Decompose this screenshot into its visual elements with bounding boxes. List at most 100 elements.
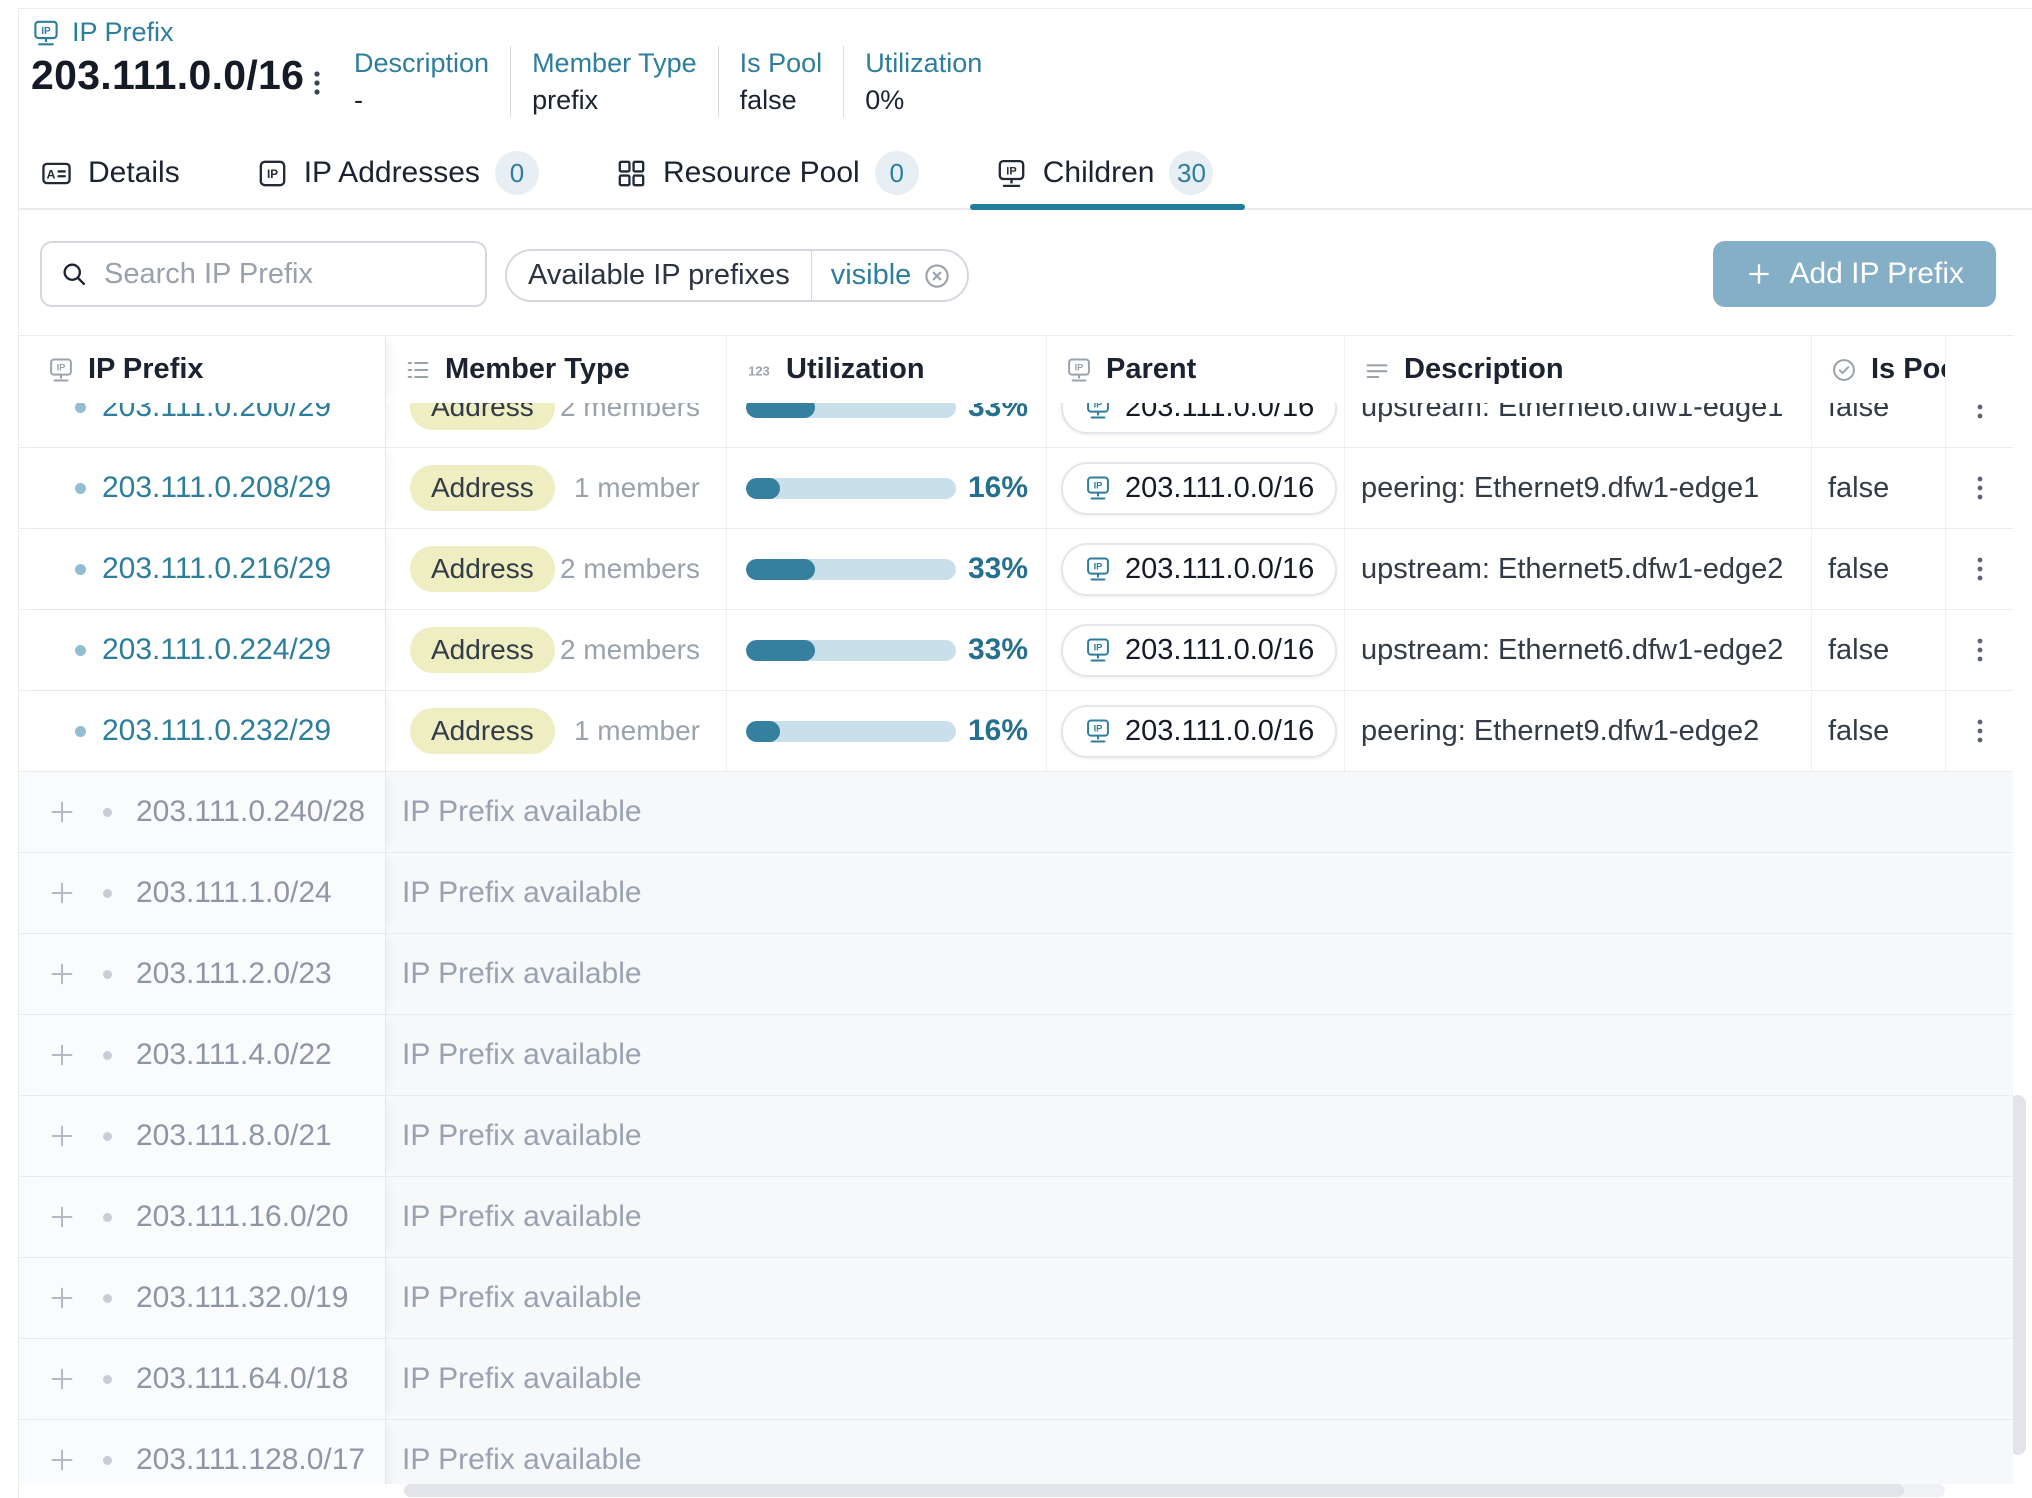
prefix-link[interactable]: 203.111.0.232/29: [102, 714, 331, 748]
prefix-dot: [103, 970, 112, 979]
ip-prefix-icon: [31, 18, 61, 48]
actions-cell: [1946, 610, 2013, 690]
number-123-icon: 123: [745, 356, 773, 384]
utilization-cell: 33%: [727, 529, 1047, 609]
actions-cell: [1946, 448, 2013, 528]
kebab-icon: [1967, 555, 1993, 583]
is-pool-value: false: [1828, 472, 1889, 505]
utilization-fill: [746, 478, 780, 499]
parent-link[interactable]: 203.111.0.0/16: [1061, 462, 1337, 515]
available-status-text: IP Prefix available: [402, 1443, 642, 1477]
prefix-cell: 203.111.0.216/29: [19, 529, 386, 609]
available-prefix-label: 203.111.4.0/22: [136, 1038, 332, 1072]
member-count: 1 member: [574, 715, 700, 747]
page-title: 203.111.0.0/16: [31, 52, 304, 99]
column-header-parent: Parent: [1047, 336, 1345, 403]
parent-cell: 203.111.0.0/16: [1047, 448, 1345, 528]
svg-text:123: 123: [748, 363, 769, 378]
table-header: IP Prefix Member Type 123 Utilization Pa…: [19, 336, 2013, 403]
available-status-text: IP Prefix available: [402, 1281, 642, 1315]
parent-link[interactable]: 203.111.0.0/16: [1061, 543, 1337, 596]
add-available-prefix-icon[interactable]: [47, 1040, 77, 1070]
prefix-cell: 203.111.128.0/17: [19, 1420, 386, 1484]
add-available-prefix-icon[interactable]: [47, 1364, 77, 1394]
parent-link[interactable]: 203.111.0.0/16: [1061, 705, 1337, 758]
parent-prefix-label: 203.111.0.0/16: [1125, 634, 1314, 667]
breadcrumb-label: IP Prefix: [72, 17, 174, 48]
available-prefix-row: 203.111.0.240/28 IP Prefix available: [19, 772, 2013, 853]
tab-details[interactable]: A Details: [40, 138, 180, 208]
member-type-cell: Address 1 member: [386, 691, 727, 771]
available-prefix-row: 203.111.4.0/22 IP Prefix available: [19, 1015, 2013, 1096]
prefix-dot: [103, 1051, 112, 1060]
add-available-prefix-icon[interactable]: [47, 797, 77, 827]
title-menu-button[interactable]: [298, 62, 336, 104]
prefix-dot: [103, 1456, 112, 1465]
row-menu-button[interactable]: [1959, 466, 2001, 510]
description-text: peering: Ethernet9.dfw1-edge1: [1361, 472, 1759, 505]
available-status-text: IP Prefix available: [402, 1119, 642, 1153]
parent-prefix-label: 203.111.0.0/16: [1125, 553, 1314, 586]
tab-ip-addresses[interactable]: IP IP Addresses 0: [256, 138, 539, 208]
row-menu-button[interactable]: [1959, 628, 2001, 672]
available-status-text: IP Prefix available: [402, 795, 642, 829]
add-available-prefix-icon[interactable]: [47, 1121, 77, 1151]
add-available-prefix-icon[interactable]: [47, 1445, 77, 1475]
is-pool-cell: false: [1812, 610, 1946, 690]
add-available-prefix-icon[interactable]: [47, 1202, 77, 1232]
tab-children[interactable]: Children 30: [995, 138, 1214, 208]
list-icon: [404, 356, 432, 384]
available-status-text: IP Prefix available: [402, 1362, 642, 1396]
column-header-ip-prefix: IP Prefix: [19, 336, 386, 403]
grid-icon: [615, 157, 648, 190]
plus-icon: [1745, 260, 1773, 288]
prefix-cell: 203.111.2.0/23: [19, 934, 386, 1014]
prefix-link[interactable]: 203.111.0.216/29: [102, 552, 331, 586]
prefix-link[interactable]: 203.111.0.208/29: [102, 471, 331, 505]
add-available-prefix-icon[interactable]: [47, 959, 77, 989]
prefix-cell: 203.111.64.0/18: [19, 1339, 386, 1419]
description-cell: peering: Ethernet9.dfw1-edge1: [1345, 448, 1812, 528]
remove-filter-icon[interactable]: [922, 261, 952, 291]
filter-chip: Available IP prefixes visible: [505, 249, 969, 302]
add-available-prefix-icon[interactable]: [47, 1283, 77, 1313]
search-input[interactable]: [102, 257, 467, 292]
row-menu-button[interactable]: [1959, 547, 2001, 591]
tab-resource-pool[interactable]: Resource Pool 0: [615, 138, 919, 208]
parent-cell: 203.111.0.0/16: [1047, 610, 1345, 690]
summary-meta: Description - Member Type prefix Is Pool…: [354, 46, 1003, 117]
add-available-prefix-icon[interactable]: [47, 878, 77, 908]
horizontal-scrollbar-thumb[interactable]: [404, 1484, 1904, 1497]
actions-cell: [1946, 691, 2013, 771]
utilization-bar: [746, 640, 956, 661]
parent-cell: 203.111.0.0/16: [1047, 691, 1345, 771]
row-menu-button[interactable]: [1959, 709, 2001, 753]
available-prefix-row: 203.111.1.0/24 IP Prefix available: [19, 853, 2013, 934]
prefix-dot: [103, 808, 112, 817]
utilization-cell: 16%: [727, 448, 1047, 528]
member-count: 2 members: [560, 634, 700, 666]
tab-count-badge: 0: [875, 151, 919, 195]
breadcrumb[interactable]: IP Prefix: [31, 17, 174, 48]
prefix-dot: [75, 483, 86, 494]
ip-prefix-icon: [1084, 717, 1112, 745]
prefix-dot: [75, 564, 86, 575]
description-text: peering: Ethernet9.dfw1-edge2: [1361, 715, 1759, 748]
search-box[interactable]: [40, 241, 487, 307]
utilization-cell: 33%: [727, 610, 1047, 690]
member-count: 1 member: [574, 472, 700, 504]
utilization-bar: [746, 721, 956, 742]
children-table: IP Prefix Member Type 123 Utilization Pa…: [19, 335, 2013, 1484]
add-ip-prefix-button[interactable]: Add IP Prefix: [1713, 241, 1996, 307]
available-prefix-label: 203.111.32.0/19: [136, 1281, 348, 1315]
prefix-cell: 203.111.32.0/19: [19, 1258, 386, 1338]
column-header-member-type: Member Type: [386, 336, 727, 403]
tab-count-badge: 30: [1169, 151, 1213, 195]
prefix-cell: 203.111.0.232/29: [19, 691, 386, 771]
svg-text:A: A: [47, 167, 56, 181]
filter-chip-value[interactable]: visible: [812, 259, 968, 292]
prefix-link[interactable]: 203.111.0.224/29: [102, 633, 331, 667]
member-type-cell: Address 2 members: [386, 529, 727, 609]
description-cell: upstream: Ethernet6.dfw1-edge2: [1345, 610, 1812, 690]
parent-link[interactable]: 203.111.0.0/16: [1061, 624, 1337, 677]
